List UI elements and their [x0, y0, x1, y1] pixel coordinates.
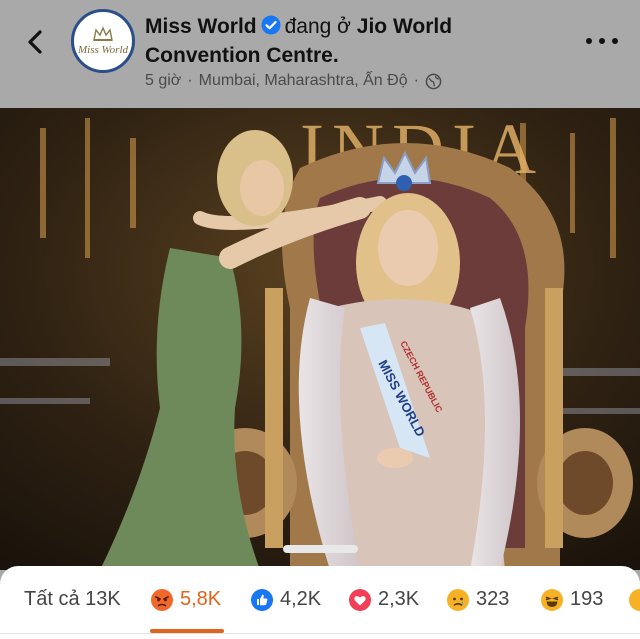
more-dot — [586, 38, 592, 44]
reaction-count: 323 — [476, 588, 510, 610]
image-pager-indicator — [283, 545, 358, 553]
haha-emoji-icon — [540, 588, 564, 612]
post-place[interactable]: Mumbai, Maharashtra, Ấn Độ — [199, 72, 408, 90]
meta-separator: · — [187, 72, 193, 89]
reaction-all-label: Tất cả 13K — [24, 588, 121, 610]
crowning-photo: INDIA MISS WORLD CZECH REPUBLIC — [0, 108, 640, 570]
reaction-tab-all[interactable]: Tất cả 13K — [24, 566, 121, 633]
reaction-tab-haha[interactable]: 193 — [540, 566, 603, 633]
like-thumb-icon — [250, 588, 274, 612]
more-dot — [612, 38, 618, 44]
post-time[interactable]: 5 giờ — [145, 72, 181, 90]
reaction-tab-sad[interactable]: 323 — [446, 566, 509, 633]
reactions-divider — [0, 633, 640, 634]
post-photo[interactable]: INDIA MISS WORLD CZECH REPUBLIC — [0, 108, 640, 570]
wow-emoji-icon — [628, 588, 640, 612]
location-prefix: đang ở — [284, 15, 351, 38]
globe-icon — [425, 73, 442, 89]
more-options-button[interactable] — [586, 30, 618, 52]
back-button[interactable] — [18, 25, 52, 59]
reactions-bar: Tất cả 13K 5,8K 4,2K 2,3K 323 193 — [0, 566, 640, 639]
more-dot — [599, 38, 605, 44]
location-link-line2[interactable]: Convention Centre. — [145, 44, 339, 67]
post-meta: 5 giờ · Mumbai, Maharashtra, Ấn Độ · — [145, 72, 442, 90]
reaction-count: 4,2K — [280, 588, 322, 610]
avatar-logo-text: Miss World — [77, 44, 129, 56]
meta-separator: · — [413, 72, 419, 89]
crown-logo-icon — [93, 26, 113, 41]
page-name-link[interactable]: Miss World — [145, 15, 257, 38]
post-header: Miss World Miss World đang ở Jio World Co… — [0, 0, 640, 108]
page-avatar[interactable]: Miss World — [71, 9, 135, 73]
location-link[interactable]: Jio World — [357, 15, 452, 38]
love-heart-icon — [348, 588, 372, 612]
reaction-tab-like[interactable]: 4,2K — [250, 566, 321, 633]
reaction-count: 2,3K — [378, 588, 420, 610]
post-title: Miss World đang ở Jio World Convention Ce… — [145, 12, 575, 70]
reaction-tab-love[interactable]: 2,3K — [348, 566, 419, 633]
reaction-tab-more[interactable] — [628, 566, 640, 633]
sad-emoji-icon — [446, 588, 470, 612]
verified-badge-icon — [261, 15, 281, 35]
chevron-left-icon — [28, 30, 42, 54]
reaction-tab-angry[interactable]: 5,8K — [150, 566, 221, 633]
angry-emoji-icon — [150, 588, 174, 612]
reaction-count: 193 — [570, 588, 604, 610]
reaction-count: 5,8K — [180, 588, 222, 610]
